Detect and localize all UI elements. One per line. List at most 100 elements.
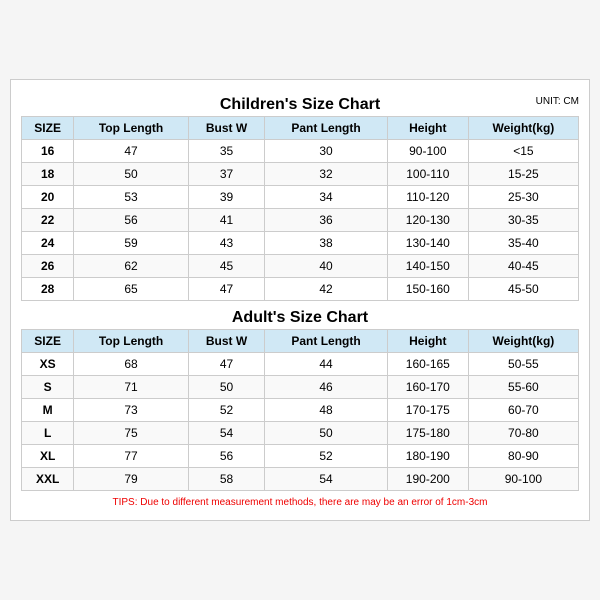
table-cell: 37 bbox=[188, 163, 264, 186]
table-cell: XS bbox=[22, 353, 74, 376]
table-cell: 140-150 bbox=[387, 255, 468, 278]
table-cell: 54 bbox=[265, 468, 388, 491]
table-row: L755450175-18070-80 bbox=[22, 422, 579, 445]
table-cell: 56 bbox=[188, 445, 264, 468]
table-cell: 170-175 bbox=[387, 399, 468, 422]
table-cell: 65 bbox=[74, 278, 189, 301]
table-cell: 50 bbox=[188, 376, 264, 399]
table-cell: 175-180 bbox=[387, 422, 468, 445]
table-cell: 120-130 bbox=[387, 209, 468, 232]
table-cell: 40 bbox=[265, 255, 388, 278]
table-cell: 55-60 bbox=[468, 376, 578, 399]
children-header-row: SIZE Top Length Bust W Pant Length Heigh… bbox=[22, 117, 579, 140]
table-cell: 59 bbox=[74, 232, 189, 255]
children-table: SIZE Top Length Bust W Pant Length Heigh… bbox=[21, 116, 579, 301]
table-row: 1647353090-100<15 bbox=[22, 140, 579, 163]
table-cell: 56 bbox=[74, 209, 189, 232]
tips: TIPS: Due to different measurement metho… bbox=[21, 491, 579, 510]
table-cell: 45-50 bbox=[468, 278, 578, 301]
table-cell: 73 bbox=[74, 399, 189, 422]
table-cell: 180-190 bbox=[387, 445, 468, 468]
table-cell: 58 bbox=[188, 468, 264, 491]
table-cell: 54 bbox=[188, 422, 264, 445]
table-cell: 70-80 bbox=[468, 422, 578, 445]
children-tbody: 1647353090-100<1518503732100-11015-25205… bbox=[22, 140, 579, 301]
children-col-bust-w: Bust W bbox=[188, 117, 264, 140]
table-cell: 15-25 bbox=[468, 163, 578, 186]
table-cell: 90-100 bbox=[387, 140, 468, 163]
table-cell: 40-45 bbox=[468, 255, 578, 278]
table-cell: 45 bbox=[188, 255, 264, 278]
table-cell: 190-200 bbox=[387, 468, 468, 491]
table-cell: XL bbox=[22, 445, 74, 468]
table-cell: 160-165 bbox=[387, 353, 468, 376]
adult-col-pant-length: Pant Length bbox=[265, 330, 388, 353]
table-cell: 90-100 bbox=[468, 468, 578, 491]
table-cell: 50 bbox=[265, 422, 388, 445]
table-cell: 30 bbox=[265, 140, 388, 163]
table-cell: 52 bbox=[265, 445, 388, 468]
table-row: S715046160-17055-60 bbox=[22, 376, 579, 399]
table-cell: 36 bbox=[265, 209, 388, 232]
adult-table: SIZE Top Length Bust W Pant Length Heigh… bbox=[21, 329, 579, 491]
table-cell: 48 bbox=[265, 399, 388, 422]
table-cell: 62 bbox=[74, 255, 189, 278]
table-cell: 80-90 bbox=[468, 445, 578, 468]
table-row: 20533934110-12025-30 bbox=[22, 186, 579, 209]
table-cell: <15 bbox=[468, 140, 578, 163]
adult-col-bust-w: Bust W bbox=[188, 330, 264, 353]
table-cell: 25-30 bbox=[468, 186, 578, 209]
table-cell: 47 bbox=[188, 353, 264, 376]
chart-container: Children's Size Chart UNIT: CM SIZE Top … bbox=[10, 79, 590, 521]
table-row: M735248170-17560-70 bbox=[22, 399, 579, 422]
table-cell: 30-35 bbox=[468, 209, 578, 232]
table-cell: 24 bbox=[22, 232, 74, 255]
table-cell: 44 bbox=[265, 353, 388, 376]
table-cell: 50-55 bbox=[468, 353, 578, 376]
table-cell: 35 bbox=[188, 140, 264, 163]
table-cell: 50 bbox=[74, 163, 189, 186]
table-cell: 110-120 bbox=[387, 186, 468, 209]
table-cell: S bbox=[22, 376, 74, 399]
unit-label: UNIT: CM bbox=[536, 96, 579, 107]
adult-col-height: Height bbox=[387, 330, 468, 353]
table-cell: 47 bbox=[188, 278, 264, 301]
table-row: 22564136120-13030-35 bbox=[22, 209, 579, 232]
children-col-weight: Weight(kg) bbox=[468, 117, 578, 140]
table-row: 24594338130-14035-40 bbox=[22, 232, 579, 255]
table-cell: XXL bbox=[22, 468, 74, 491]
table-cell: 32 bbox=[265, 163, 388, 186]
table-cell: 18 bbox=[22, 163, 74, 186]
adult-header-row: SIZE Top Length Bust W Pant Length Heigh… bbox=[22, 330, 579, 353]
adult-col-top-length: Top Length bbox=[74, 330, 189, 353]
table-cell: 42 bbox=[265, 278, 388, 301]
table-cell: L bbox=[22, 422, 74, 445]
table-cell: 38 bbox=[265, 232, 388, 255]
table-cell: 34 bbox=[265, 186, 388, 209]
table-row: 18503732100-11015-25 bbox=[22, 163, 579, 186]
table-row: XL775652180-19080-90 bbox=[22, 445, 579, 468]
table-row: 26624540140-15040-45 bbox=[22, 255, 579, 278]
table-cell: 100-110 bbox=[387, 163, 468, 186]
table-cell: 60-70 bbox=[468, 399, 578, 422]
table-cell: 47 bbox=[74, 140, 189, 163]
adult-title-text: Adult's Size Chart bbox=[232, 309, 368, 326]
table-cell: 43 bbox=[188, 232, 264, 255]
adult-col-weight: Weight(kg) bbox=[468, 330, 578, 353]
table-cell: 28 bbox=[22, 278, 74, 301]
table-row: 28654742150-16045-50 bbox=[22, 278, 579, 301]
table-cell: 71 bbox=[74, 376, 189, 399]
table-cell: 52 bbox=[188, 399, 264, 422]
table-row: XXL795854190-20090-100 bbox=[22, 468, 579, 491]
table-cell: 75 bbox=[74, 422, 189, 445]
adult-col-size: SIZE bbox=[22, 330, 74, 353]
table-cell: 22 bbox=[22, 209, 74, 232]
table-cell: 150-160 bbox=[387, 278, 468, 301]
children-title: Children's Size Chart UNIT: CM bbox=[21, 90, 579, 116]
table-row: XS684744160-16550-55 bbox=[22, 353, 579, 376]
children-col-size: SIZE bbox=[22, 117, 74, 140]
table-cell: 79 bbox=[74, 468, 189, 491]
table-cell: 26 bbox=[22, 255, 74, 278]
table-cell: 35-40 bbox=[468, 232, 578, 255]
adult-tbody: XS684744160-16550-55S715046160-17055-60M… bbox=[22, 353, 579, 491]
